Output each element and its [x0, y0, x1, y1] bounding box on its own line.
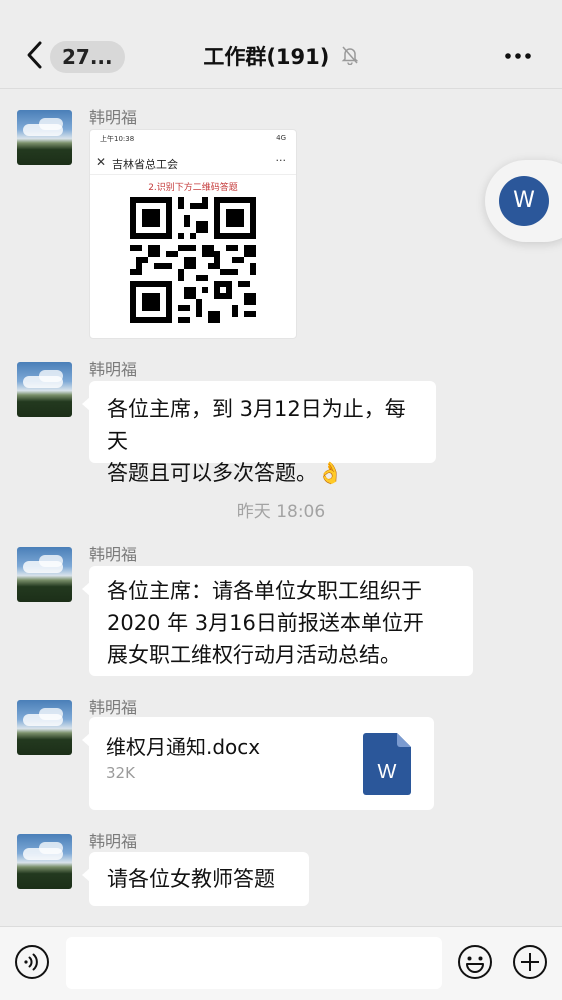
- nav-bar: 27... 工作群(191): [0, 0, 562, 89]
- floating-document-window[interactable]: W: [485, 160, 562, 242]
- text-message[interactable]: 各位主席，到 3月12日为止，每天 答题且可以多次答题。👌: [82, 381, 436, 485]
- qr-hint: 2.识别下方二维码答题: [148, 183, 238, 193]
- message-line: 请各位女教师答题: [107, 867, 275, 891]
- qr-code-image: [130, 197, 256, 323]
- more-dots-icon: ···: [275, 154, 287, 167]
- file-message[interactable]: 维权月通知.docx 32K W: [82, 717, 434, 810]
- input-bar: [0, 926, 562, 1000]
- file-size: 32K: [106, 764, 135, 782]
- file-icon-letter: W: [378, 761, 397, 783]
- chat-title-text: 工作群(191): [203, 45, 330, 69]
- sender-name: 韩明福: [89, 108, 138, 127]
- sender-avatar[interactable]: [17, 834, 72, 889]
- image-message[interactable]: 上午10:38 4G ✕ 吉林省总工会 ··· 2.识别下方二维码答题: [89, 129, 297, 339]
- divider: [90, 174, 296, 175]
- close-icon: ✕: [96, 155, 107, 169]
- message-line: 2020 年 3月16日前报送本单位开: [107, 611, 424, 635]
- sender-name: 韩明福: [89, 698, 138, 717]
- voice-icon[interactable]: [13, 943, 51, 981]
- text-message[interactable]: 请各位女教师答题: [82, 852, 309, 906]
- sender-avatar[interactable]: [17, 547, 72, 602]
- screenshot-status-signal: 4G: [276, 134, 286, 142]
- screenshot-page-title: 吉林省总工会: [112, 158, 178, 171]
- message-input[interactable]: [66, 937, 442, 989]
- message-line: 展女职工维权行动月活动总结。: [107, 643, 401, 667]
- text-message[interactable]: 各位主席：请各单位女职工组织于 2020 年 3月16日前报送本单位开 展女职工…: [82, 566, 473, 676]
- sender-name: 韩明福: [89, 360, 138, 379]
- sender-avatar[interactable]: [17, 362, 72, 417]
- word-file-icon: W: [363, 733, 411, 795]
- chat-title: 工作群(191): [0, 42, 562, 73]
- sender-name: 韩明福: [89, 832, 138, 851]
- message-line: 各位主席：请各单位女职工组织于: [107, 579, 422, 603]
- plus-icon[interactable]: [511, 943, 549, 981]
- sender-avatar[interactable]: [17, 110, 72, 165]
- screenshot-status-time: 上午10:38: [100, 135, 135, 143]
- time-divider: 昨天 18:06: [236, 502, 326, 522]
- message-line: 各位主席，到 3月12日为止，每天: [107, 397, 406, 453]
- word-doc-icon: W: [499, 176, 549, 226]
- emoji-icon[interactable]: [456, 943, 494, 981]
- message-line: 答题且可以多次答题。👌: [107, 461, 344, 485]
- bell-off-icon: [341, 43, 359, 73]
- file-name: 维权月通知.docx: [106, 735, 261, 759]
- sender-name: 韩明福: [89, 545, 138, 564]
- more-dots-icon[interactable]: [500, 46, 536, 66]
- sender-avatar[interactable]: [17, 700, 72, 755]
